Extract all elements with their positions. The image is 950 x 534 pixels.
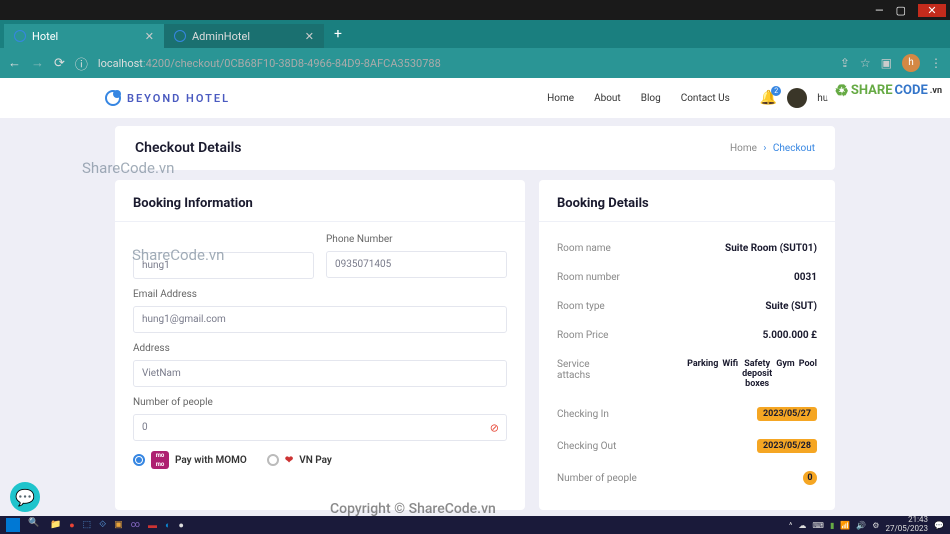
tray-icon[interactable]: ⚙ <box>872 521 879 530</box>
momo-icon: momo <box>151 451 169 469</box>
detail-room-type: Room type Suite (SUT) <box>557 292 817 321</box>
logo-mark-icon <box>105 90 121 106</box>
count-badge: 0 <box>803 471 817 485</box>
site-header: BEYOND HOTEL Home About Blog Contact Us … <box>0 78 950 118</box>
address-input[interactable] <box>133 360 507 387</box>
date-badge: 2023/05/27 <box>757 407 817 421</box>
search-icon[interactable]: 🔍 <box>28 518 42 532</box>
breadcrumb-current: Checkout <box>773 143 815 154</box>
breadcrumb-home[interactable]: Home <box>730 143 757 154</box>
browser-tab-hotel[interactable]: Hotel ✕ <box>4 24 164 48</box>
bookmark-icon[interactable]: ☆ <box>860 56 871 70</box>
browser-urlbar: ← → ⟳ ⓘ localhost:4200/checkout/0CB68F10… <box>0 48 950 78</box>
tray-chevron-icon[interactable]: ^ <box>789 521 792 530</box>
booking-information-panel: Booking Information Phone Number Email A… <box>115 180 525 510</box>
nav-about[interactable]: About <box>594 93 621 104</box>
nav-blog[interactable]: Blog <box>641 93 661 104</box>
menu-icon[interactable]: ⋮ <box>930 56 942 70</box>
date-badge: 2023/05/28 <box>757 439 817 453</box>
phone-input[interactable] <box>326 251 507 278</box>
tray-lang-icon[interactable]: ⌨ <box>812 521 824 530</box>
radio-icon <box>133 454 145 466</box>
page-viewport: ♻ SHARECODE.vn BEYOND HOTEL Home About B… <box>0 78 950 516</box>
reload-button[interactable]: ⟳ <box>54 56 65 71</box>
email-input[interactable] <box>133 306 507 333</box>
breadcrumb: Home › Checkout <box>730 143 815 154</box>
nav-home[interactable]: Home <box>547 93 574 104</box>
browser-tab-admin[interactable]: AdminHotel ✕ <box>164 24 324 48</box>
site-info-icon[interactable]: ⓘ <box>75 54 88 73</box>
content-columns: Booking Information Phone Number Email A… <box>115 180 835 510</box>
close-window-button[interactable]: ✕ <box>918 4 946 17</box>
main-nav: Home About Blog Contact Us <box>547 93 730 104</box>
payment-vnpay[interactable]: ❤ VN Pay <box>267 454 332 466</box>
address-bar[interactable]: localhost:4200/checkout/0CB68F10-38D8-49… <box>98 57 830 70</box>
window-titlebar: — ▢ ✕ <box>0 0 950 20</box>
tray-volume-icon[interactable]: 🔊 <box>856 521 866 530</box>
radio-icon <box>267 454 279 466</box>
address-label: Address <box>133 343 507 354</box>
taskbar-vscode[interactable]: ⟐ <box>99 520 106 530</box>
detail-services: Service attachs Parking Wifi Safetydepos… <box>557 350 817 398</box>
tab-title: AdminHotel <box>192 30 250 43</box>
windows-taskbar: 🔍 📁 ● ⬚ ⟐ ▣ ∞ ▬ ◐ ● ^ ☁ ⌨ ▮ 📶 🔊 ⚙ 21:43 … <box>0 516 950 534</box>
divider <box>539 221 835 222</box>
chat-icon: 💬 <box>15 488 35 507</box>
name-input[interactable] <box>133 252 314 279</box>
alert-icon: ⊘ <box>490 421 499 434</box>
phone-label: Phone Number <box>326 234 507 245</box>
tab-close-icon[interactable]: ✕ <box>305 30 314 43</box>
detail-checkout: Checking Out 2023/05/28 <box>557 430 817 462</box>
notification-bell-icon[interactable]: 🔔2 <box>760 90 777 106</box>
forward-button[interactable]: → <box>31 55 44 71</box>
people-input[interactable] <box>133 414 507 441</box>
chat-bubble-button[interactable]: 💬 <box>10 482 40 512</box>
system-clock[interactable]: 21:43 27/05/2023 <box>885 516 928 534</box>
detail-checkin: Checking In 2023/05/27 <box>557 398 817 430</box>
booking-info-title: Booking Information <box>133 196 507 211</box>
taskbar-app[interactable]: ⬚ <box>83 520 92 530</box>
new-tab-button[interactable]: + <box>324 26 352 42</box>
tray-notifications-icon[interactable]: 💬 <box>934 521 944 530</box>
back-button[interactable]: ← <box>8 55 21 71</box>
taskbar-app[interactable]: ● <box>178 520 183 531</box>
taskbar-app[interactable]: ▣ <box>114 520 123 530</box>
maximize-button[interactable]: ▢ <box>896 4 906 17</box>
share-icon[interactable]: ⇪ <box>840 56 850 70</box>
people-label: Number of people <box>133 397 507 408</box>
tray-wifi-icon[interactable]: 📶 <box>840 521 850 530</box>
booking-details-title: Booking Details <box>557 196 817 211</box>
taskbar-app[interactable]: 📁 <box>50 520 61 530</box>
taskbar-chrome[interactable]: ● <box>69 520 74 531</box>
payment-options: momo Pay with MOMO ❤ VN Pay <box>133 451 507 469</box>
user-avatar[interactable] <box>787 88 807 108</box>
extension-icon[interactable]: ▣ <box>881 56 892 70</box>
start-button[interactable] <box>6 518 20 532</box>
taskbar-app[interactable]: ▬ <box>148 520 157 531</box>
tray-onedrive-icon[interactable]: ☁ <box>798 521 806 530</box>
detail-room-name: Room name Suite Room (SUT01) <box>557 234 817 263</box>
taskbar-vs[interactable]: ∞ <box>131 520 140 530</box>
detail-people: Number of people 0 <box>557 462 817 494</box>
browser-tabbar: Hotel ✕ AdminHotel ✕ + <box>0 20 950 48</box>
sharecode-watermark-logo: ♻ SHARECODE.vn <box>827 78 950 103</box>
nav-contact[interactable]: Contact Us <box>681 93 730 104</box>
tray-battery-icon[interactable]: ▮ <box>830 521 834 530</box>
tab-title: Hotel <box>32 30 58 43</box>
minimize-button[interactable]: — <box>875 4 884 17</box>
divider <box>115 221 525 222</box>
taskbar-edge[interactable]: ◐ <box>165 520 170 531</box>
email-label: Email Address <box>133 289 507 300</box>
brand-logo[interactable]: BEYOND HOTEL <box>105 90 230 106</box>
payment-momo[interactable]: momo Pay with MOMO <box>133 451 247 469</box>
page-title: Checkout Details <box>135 140 241 156</box>
vnpay-icon: ❤ <box>285 455 293 466</box>
detail-room-number: Room number 0031 <box>557 263 817 292</box>
tab-close-icon[interactable]: ✕ <box>145 30 154 43</box>
booking-details-panel: Booking Details Room name Suite Room (SU… <box>539 180 835 510</box>
profile-avatar[interactable]: h <box>902 54 920 72</box>
detail-room-price: Room Price 5.000.000 £ <box>557 321 817 350</box>
breadcrumb-bar: Checkout Details Home › Checkout <box>115 126 835 170</box>
